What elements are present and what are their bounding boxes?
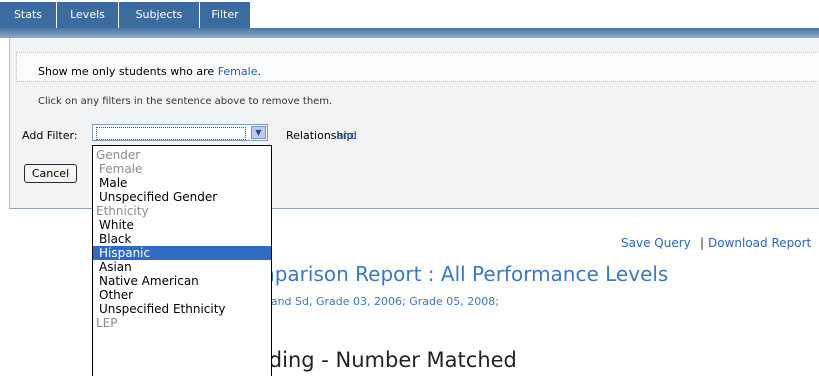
option-group-gender: Gender [96,148,141,162]
add-filter-label: Add Filter: [22,129,78,142]
sentence-prefix: Show me only students who are [38,65,218,78]
filter-dropdown-list: Gender Female Male Unspecified Gender Et… [92,145,272,376]
relationship-link[interactable]: and [336,129,357,142]
chevron-down-icon[interactable]: ▼ [251,126,266,139]
select-focus-box [96,127,246,140]
save-query-link[interactable]: Save Query [621,236,691,250]
report-title: omparison Report : All Performance Level… [243,262,669,286]
cancel-button[interactable]: Cancel [24,164,77,183]
link-separator: | [700,236,705,250]
option-other[interactable]: Other [93,288,271,302]
option-asian[interactable]: Asian [93,260,271,274]
tab-levels[interactable]: Levels [57,2,119,28]
tab-filter[interactable]: Filter [200,2,251,28]
option-black[interactable]: Black [93,232,271,246]
sentence-suffix: . [257,65,261,78]
option-female: Female [99,162,143,176]
option-group-ethnicity: Ethnicity [96,204,149,218]
option-unspecified-gender[interactable]: Unspecified Gender [93,190,271,204]
option-hispanic[interactable]: Hispanic [93,246,271,260]
tab-stats[interactable]: Stats [0,2,57,28]
option-male[interactable]: Male [93,176,271,190]
option-native-american[interactable]: Native American [93,274,271,288]
filter-female-link[interactable]: Female [218,65,258,78]
section-title: eading - Number Matched [243,348,517,372]
filter-sentence: Show me only students who are Female. [38,65,261,78]
tab-underline [0,28,819,38]
report-subtitle: yberland Sd, Grade 03, 2006; Grade 05, 2… [243,295,499,308]
option-group-lep: LEP [96,316,118,330]
add-filter-select[interactable]: ▼ [92,124,268,141]
filter-hint: Click on any filters in the sentence abo… [38,96,333,107]
option-white[interactable]: White [93,218,271,232]
option-unspecified-ethnicity[interactable]: Unspecified Ethnicity [93,302,271,316]
tab-bar: Stats Levels Subjects Filter [0,0,819,38]
tab-subjects[interactable]: Subjects [119,2,200,28]
download-report-link[interactable]: Download Report [708,236,811,250]
